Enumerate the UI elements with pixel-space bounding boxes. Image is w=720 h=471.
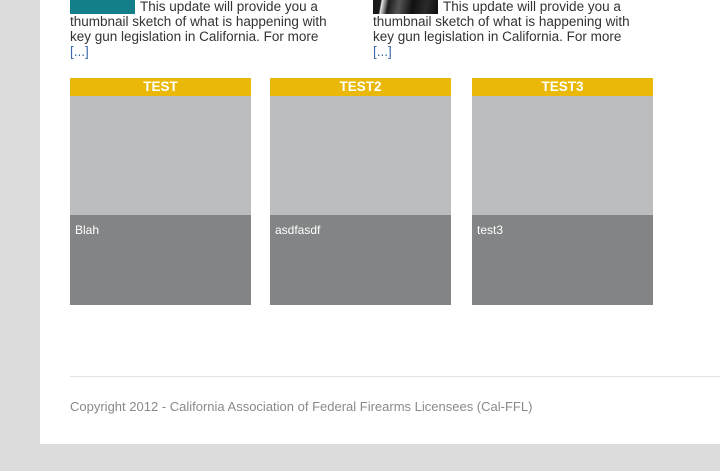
footer-divider (70, 376, 720, 377)
card-test[interactable]: TEST Blah (70, 78, 251, 305)
card-body: test3 (472, 215, 653, 305)
card-title[interactable]: TEST3 (472, 78, 653, 96)
read-more-link[interactable]: [...] (70, 44, 89, 59)
card-body: Blah (70, 215, 251, 305)
news-thumbnail[interactable] (70, 0, 135, 14)
card-title[interactable]: TEST2 (270, 78, 451, 96)
card-test2[interactable]: TEST2 asdfasdf (270, 78, 451, 305)
news-item: This update will provide you a thumbnail… (373, 0, 643, 59)
card-image[interactable] (472, 96, 653, 215)
card-body-text: asdfasdf (275, 223, 321, 237)
card-test3[interactable]: TEST3 test3 (472, 78, 653, 305)
news-item: This update will provide you a thumbnail… (70, 0, 340, 59)
card-image[interactable] (70, 96, 251, 215)
read-more-link[interactable]: [...] (373, 44, 392, 59)
card-body: asdfasdf (270, 215, 451, 305)
card-image[interactable] (270, 96, 451, 215)
footer-copyright: Copyright 2012 - California Association … (70, 399, 533, 414)
card-body-text: Blah (75, 223, 100, 237)
news-thumbnail[interactable] (373, 0, 438, 14)
card-title[interactable]: TEST (70, 78, 251, 96)
page-content: This update will provide you a thumbnail… (40, 0, 720, 444)
card-body-text: test3 (477, 223, 504, 237)
